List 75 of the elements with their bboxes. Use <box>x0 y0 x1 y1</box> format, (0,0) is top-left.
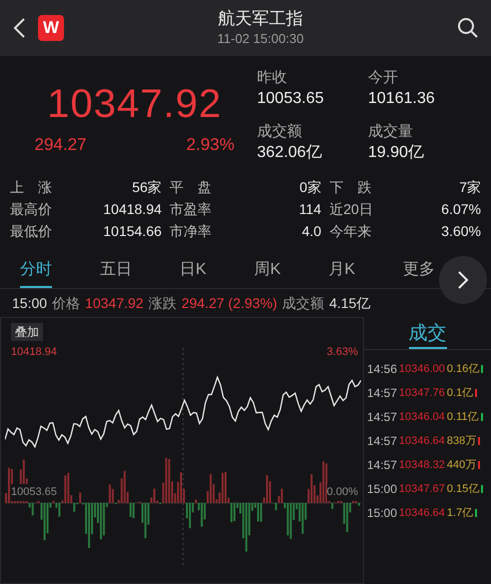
info-label: 价格 <box>52 294 80 312</box>
trade-amount: 0.15亿 <box>446 482 480 496</box>
stat-label: 近20日 <box>329 200 373 219</box>
stat-label: 上 涨 <box>10 178 52 197</box>
back-icon[interactable] <box>12 17 26 39</box>
current-price: 10347.92 <box>47 81 222 128</box>
info-label: 涨跌 <box>148 294 176 312</box>
summary-label: 昨收 <box>257 68 288 88</box>
stat-label: 市净率 <box>170 222 212 241</box>
overlay-button[interactable]: 叠加 <box>11 323 43 341</box>
chevron-right-icon <box>457 270 469 290</box>
trade-amount: 0.11亿 <box>446 410 479 424</box>
trade-time: 14:57 <box>367 434 398 448</box>
timestamp: 11-02 15:00:30 <box>217 30 304 48</box>
info-time: 15:00 <box>12 294 48 312</box>
summary-value: 19.90亿 <box>368 143 426 163</box>
trade-time: 14:57 <box>367 386 398 400</box>
trade-amount: 0.16亿 <box>446 362 480 376</box>
app-logo: W <box>38 15 64 41</box>
chart-tab[interactable]: 周K <box>254 254 281 288</box>
stat-label: 下 跌 <box>329 178 372 197</box>
stat-value: 7家 <box>459 178 481 197</box>
chart-tab[interactable]: 日K <box>180 254 206 288</box>
high-percent-label: 3.63% <box>326 345 358 360</box>
trade-price: 10347.76 <box>399 386 445 400</box>
trade-time: 15:00 <box>367 506 398 520</box>
summary-value: 10053.65 <box>257 89 325 109</box>
trade-amount: 0.1亿 <box>446 386 474 400</box>
summary-label: 成交额 <box>257 122 303 142</box>
stat-value: 4.0 <box>302 222 322 241</box>
stat-value: 6.07% <box>441 200 481 219</box>
trade-price: 10346.64 <box>399 506 445 520</box>
trade-price: 10346.00 <box>399 362 445 376</box>
stat-label: 最高价 <box>10 200 52 219</box>
stat-label: 最低价 <box>10 222 52 241</box>
chart-tab[interactable]: 更多 <box>403 254 435 288</box>
base-price-label: 10053.65 <box>11 484 57 500</box>
trade-price: 10346.04 <box>399 410 445 424</box>
trade-amount: 440万 <box>446 458 476 472</box>
info-value: 294.27 (2.93%) <box>181 294 278 313</box>
next-button[interactable] <box>439 256 487 304</box>
change-percent: 2.93% <box>186 134 234 156</box>
high-price-label: 10418.94 <box>11 345 57 360</box>
trades-tab[interactable]: 成交 <box>408 321 446 349</box>
stat-value: 56家 <box>132 178 162 197</box>
trade-time: 14:57 <box>367 458 398 472</box>
stat-label: 平 盘 <box>170 178 212 197</box>
summary-label: 今开 <box>368 68 399 88</box>
trade-time: 14:56 <box>367 362 398 376</box>
stat-label: 今年来 <box>329 222 372 241</box>
chart-tab[interactable]: 月K <box>328 254 356 288</box>
summary-value: 362.06亿 <box>257 143 323 163</box>
info-label: 成交额 <box>282 294 324 312</box>
trade-time: 15:00 <box>367 482 398 496</box>
stat-value: 114 <box>299 200 322 219</box>
summary-label: 成交量 <box>368 122 414 142</box>
info-value: 4.15亿 <box>329 294 370 312</box>
trade-price: 10347.67 <box>399 482 445 496</box>
price-change: 294.27 <box>34 134 86 156</box>
stat-value: 10418.94 <box>103 200 162 219</box>
summary-value: 10161.36 <box>368 89 436 109</box>
trade-amount: 838万 <box>446 434 476 448</box>
stat-value: 10154.66 <box>103 222 162 241</box>
index-title: 航天军工指 <box>218 8 303 30</box>
stat-value: 0家 <box>300 178 322 197</box>
trade-time: 14:57 <box>367 410 398 424</box>
trade-amount: 1.7亿 <box>446 506 474 520</box>
trade-price: 10348.32 <box>399 458 445 472</box>
info-value: 10347.92 <box>85 294 144 312</box>
search-icon[interactable] <box>457 17 479 39</box>
chart-tab[interactable]: 分时 <box>20 254 52 288</box>
stat-value: 3.60% <box>441 222 481 241</box>
chart-tab[interactable]: 五日 <box>100 254 132 288</box>
trade-price: 10346.64 <box>399 434 445 448</box>
stat-label: 市盈率 <box>170 200 212 219</box>
